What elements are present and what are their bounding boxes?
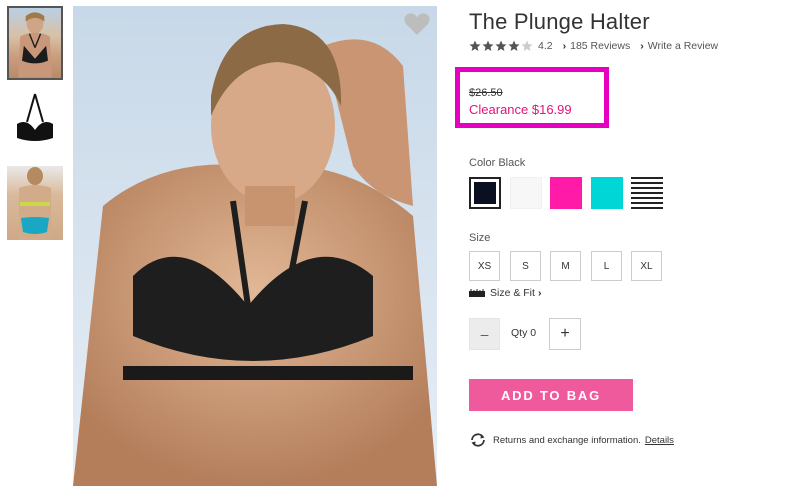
size-label: Size (469, 232, 491, 244)
clearance-price: Clearance $16.99 (469, 102, 572, 117)
product-title: The Plunge Halter (469, 9, 650, 34)
write-review-link[interactable]: Write a Review (648, 40, 718, 52)
quantity-value: Qty 0 (511, 327, 537, 339)
size-xl-button[interactable]: XL (631, 251, 662, 281)
chevron-right-icon: › (537, 287, 542, 299)
product-main-image[interactable] (73, 6, 437, 486)
quantity-increase-button[interactable]: + (549, 318, 581, 350)
model-illustration (73, 6, 437, 486)
swatch-black[interactable] (469, 177, 501, 209)
size-fit-link[interactable]: Size & Fit › (469, 287, 541, 299)
returns-info: Returns and exchange information. Detail… (469, 433, 674, 447)
thumbnail-back[interactable] (7, 166, 63, 240)
star-icon (469, 40, 481, 51)
rating-stars (469, 40, 533, 52)
size-s-button[interactable]: S (510, 251, 541, 281)
star-icon (495, 40, 507, 51)
details-link[interactable]: Details (645, 435, 674, 446)
ruler-icon (469, 289, 485, 297)
size-fit-label: Size & Fit (490, 287, 535, 299)
thumbnail-product-image (17, 93, 53, 141)
color-label: Color Black (469, 157, 526, 169)
swatch-white[interactable] (510, 177, 542, 209)
reviews-link[interactable]: 185 Reviews (570, 40, 630, 52)
size-l-button[interactable]: L (591, 251, 622, 281)
returns-text: Returns and exchange information. (493, 434, 641, 446)
heart-icon[interactable] (404, 12, 430, 36)
swatch-pink[interactable] (550, 177, 582, 209)
thumbnail-product[interactable] (7, 86, 63, 160)
swatch-striped[interactable] (631, 177, 663, 209)
size-m-button[interactable]: M (550, 251, 581, 281)
star-icon (482, 40, 494, 51)
size-xs-button[interactable]: XS (469, 251, 500, 281)
thumbnail-front-image (18, 12, 52, 78)
original-price: $26.50 (469, 87, 503, 99)
chevron-right-icon: › (562, 40, 567, 52)
chevron-right-icon: › (640, 40, 644, 52)
star-icon (508, 40, 520, 51)
quantity-decrease-button[interactable]: – (469, 318, 500, 350)
star-empty-icon (521, 40, 533, 51)
thumbnail-front[interactable] (7, 6, 63, 80)
refresh-icon (471, 433, 485, 447)
rating-value: 4.2 (538, 40, 553, 52)
thumbnail-back-image (19, 167, 51, 240)
rating-row: 4.2 › 185 Reviews › Write a Review (469, 40, 728, 52)
swatch-cyan[interactable] (591, 177, 623, 209)
add-to-bag-button[interactable]: ADD TO BAG (469, 379, 633, 411)
